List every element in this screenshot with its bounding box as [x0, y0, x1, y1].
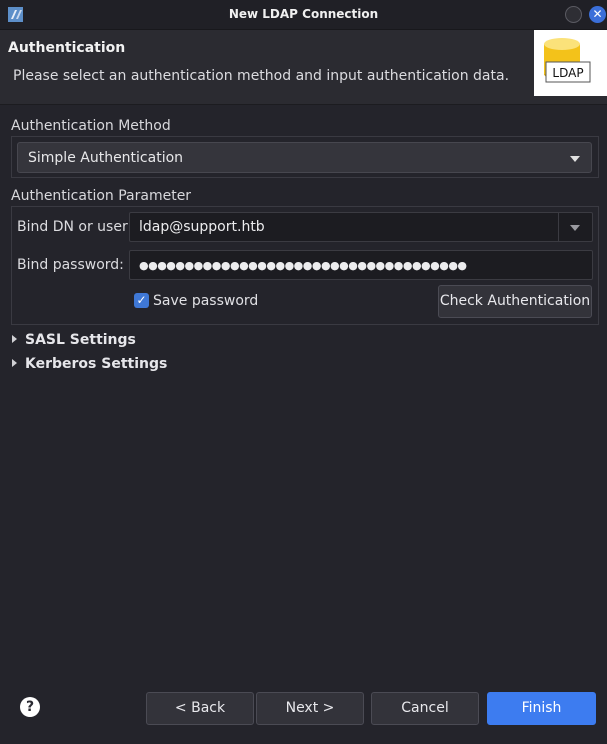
auth-method-group-label: Authentication Method [11, 118, 171, 134]
bind-password-field[interactable]: ●●●●●●●●●●●●●●●●●●●●●●●●●●●●●●●●●●●● [129, 250, 593, 280]
bind-dn-dropdown-button[interactable] [558, 213, 592, 241]
wizard-header: Authentication Please select an authenti… [0, 30, 607, 105]
bind-dn-label: Bind DN or user: [17, 219, 133, 235]
close-icon: ✕ [592, 7, 603, 21]
sasl-settings-section[interactable]: SASL Settings [12, 332, 136, 348]
checkmark-icon: ✓ [136, 293, 147, 307]
chevron-right-icon [12, 359, 17, 367]
window-title: New LDAP Connection [228, 7, 379, 21]
bind-password-value: ●●●●●●●●●●●●●●●●●●●●●●●●●●●●●●●●●●●● [139, 259, 467, 272]
help-icon[interactable]: ? [20, 697, 40, 717]
chevron-down-icon [570, 225, 580, 231]
back-button[interactable]: < Back [146, 692, 254, 725]
save-password-label: Save password [153, 293, 259, 309]
bind-dn-value: ldap@support.htb [139, 219, 265, 235]
auth-method-selected: Simple Authentication [28, 150, 184, 166]
save-password-checkbox[interactable]: ✓ [134, 293, 149, 308]
cancel-button[interactable]: Cancel [371, 692, 479, 725]
minimize-button[interactable] [565, 6, 582, 23]
auth-method-dropdown[interactable]: Simple Authentication [17, 142, 592, 173]
kerberos-settings-section[interactable]: Kerberos Settings [12, 356, 167, 372]
auth-parameter-group-label: Authentication Parameter [11, 188, 192, 204]
chevron-down-icon [570, 156, 580, 162]
check-authentication-button[interactable]: Check Authentication [438, 285, 592, 318]
next-button[interactable]: Next > [256, 692, 364, 725]
bind-password-label: Bind password: [17, 257, 124, 273]
ldap-logo-text: LDAP [552, 66, 583, 80]
bind-dn-combo[interactable]: ldap@support.htb [129, 212, 593, 242]
ldap-logo-icon: LDAP [534, 30, 607, 96]
page-title: Authentication [8, 40, 126, 56]
chevron-right-icon [12, 335, 17, 343]
kerberos-settings-label: Kerberos Settings [25, 356, 168, 372]
finish-button[interactable]: Finish [487, 692, 596, 725]
title-bar: New LDAP Connection ✕ [0, 0, 607, 30]
close-button[interactable]: ✕ [589, 6, 606, 23]
page-description: Please select an authentication method a… [13, 68, 510, 84]
sasl-settings-label: SASL Settings [25, 332, 136, 348]
